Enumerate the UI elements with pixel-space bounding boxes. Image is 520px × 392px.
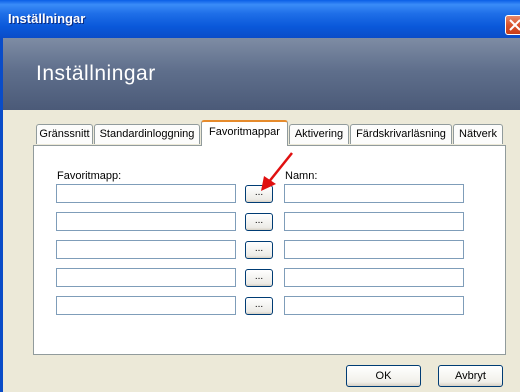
title-bar[interactable]: Inställningar xyxy=(0,0,520,38)
close-button[interactable] xyxy=(505,15,520,35)
favorite-folder-input-4[interactable] xyxy=(56,268,236,287)
tab-granssnitt[interactable]: Gränssnitt xyxy=(36,124,93,144)
favorite-folder-input-3[interactable] xyxy=(56,240,236,259)
cancel-button[interactable]: Avbryt xyxy=(438,365,503,387)
ok-button[interactable]: OK xyxy=(346,365,421,387)
browse-button-2[interactable]: ... xyxy=(245,213,273,231)
name-input-1[interactable] xyxy=(284,184,464,203)
tab-favoritmappar[interactable]: Favoritmappar xyxy=(201,120,288,146)
tab-fardskrivarlasning[interactable]: Färdskrivarläsning xyxy=(350,124,452,144)
header-banner: Inställningar xyxy=(3,38,520,110)
browse-button-4[interactable]: ... xyxy=(245,269,273,287)
name-input-2[interactable] xyxy=(284,212,464,231)
name-input-4[interactable] xyxy=(284,268,464,287)
name-input-5[interactable] xyxy=(284,296,464,315)
browse-button-3[interactable]: ... xyxy=(245,241,273,259)
tab-standardinloggning[interactable]: Standardinloggning xyxy=(94,124,200,144)
close-icon xyxy=(509,19,520,31)
favorite-folder-input-2[interactable] xyxy=(56,212,236,231)
favorite-folder-label: Favoritmapp: xyxy=(57,170,122,182)
name-input-3[interactable] xyxy=(284,240,464,259)
tab-aktivering[interactable]: Aktivering xyxy=(289,124,349,144)
browse-button-5[interactable]: ... xyxy=(245,297,273,315)
tab-natverk[interactable]: Nätverk xyxy=(453,124,503,144)
page-title: Inställningar xyxy=(36,62,156,85)
favorite-folder-input-1[interactable] xyxy=(56,184,236,203)
red-arrow-icon xyxy=(261,152,293,191)
settings-dialog: Inställningar Inställningar Gränssnitt S… xyxy=(0,0,520,392)
window-title: Inställningar xyxy=(8,11,86,26)
favorite-folder-input-5[interactable] xyxy=(56,296,236,315)
